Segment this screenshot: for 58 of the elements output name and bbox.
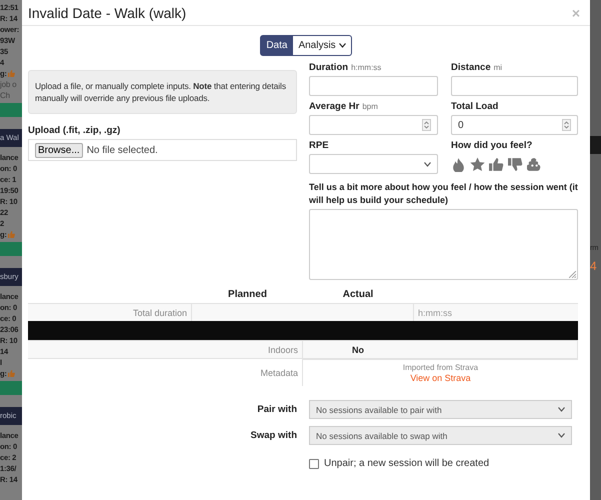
card-footer-band	[0, 103, 22, 117]
field-label: Swap with	[250, 430, 297, 441]
field-label: Average Hr	[309, 101, 360, 112]
unit-label: mi	[494, 63, 502, 72]
number-field[interactable]: 0	[451, 115, 578, 135]
number-field[interactable]	[309, 115, 438, 135]
field-label: RPE	[309, 140, 330, 152]
caret-icon	[424, 162, 431, 166]
browse-button[interactable]: Browse...	[35, 142, 83, 158]
field-label: Pair with	[256, 404, 297, 415]
row-label: Metadata	[28, 359, 303, 386]
resize-grip-icon	[569, 271, 576, 278]
tab-button[interactable]: Data	[260, 35, 294, 56]
card-text: 4	[590, 259, 598, 273]
card-text: Ch	[0, 90, 11, 101]
caret-icon	[558, 407, 565, 412]
fire-icon	[451, 156, 466, 172]
field-label: Distance	[451, 62, 491, 73]
caret-icon	[338, 43, 346, 48]
field-label: Upload (.fit, .zip, .gz)	[28, 125, 122, 137]
metadata-note: Imported from Strava	[402, 363, 478, 372]
column-header: Planned	[227, 289, 268, 300]
star-icon	[470, 156, 485, 172]
select-field[interactable]	[309, 154, 438, 174]
dropdown-button[interactable]: Analysis	[293, 35, 352, 56]
info-notice: Upload a file, or manually complete inputs. Note that entering details manually will override any previous file uploads.	[28, 70, 297, 114]
field-label: Tell us a bit more about how you feel / how the session went (it will help us build your schedule)	[309, 181, 578, 207]
checkbox[interactable]	[309, 458, 319, 468]
file-input[interactable]: Browse... No file selected.	[28, 139, 297, 161]
select-field[interactable]: No sessions available to swap with	[309, 426, 572, 445]
modal-title: Invalid Date - Walk (walk)	[28, 4, 186, 20]
field-label: How did you feel?	[451, 140, 534, 152]
thumbs-up-icon	[8, 231, 15, 238]
input-field[interactable]	[309, 76, 438, 96]
file-status: No file selected.	[86, 144, 158, 156]
spinner-icon	[562, 119, 571, 131]
unit-label: bpm	[362, 102, 378, 111]
row-label: Indoors	[28, 341, 303, 358]
card-text: job o	[0, 79, 18, 90]
select-field[interactable]: No sessions available to pair with	[309, 400, 572, 419]
caret-icon	[558, 433, 565, 438]
notes-textarea[interactable]	[309, 209, 578, 280]
unit-label: h:mm:ss	[351, 63, 382, 72]
thumbs-up-icon	[489, 156, 504, 172]
column-header: Actual	[342, 289, 374, 300]
card-footer-band	[0, 381, 22, 395]
field-label: Total Load	[451, 101, 500, 113]
thumbs-down-icon	[508, 156, 523, 172]
spinner-icon	[422, 119, 431, 131]
field-label: Duration	[309, 62, 348, 73]
card-title-bar	[590, 136, 601, 154]
input-field[interactable]	[451, 76, 578, 96]
thumbs-up-icon	[8, 70, 15, 77]
poop-icon	[527, 156, 542, 172]
checkbox-label: Unpair; a new session will be created	[324, 458, 490, 469]
thumbs-up-icon	[8, 370, 15, 377]
table-cell-text: No	[351, 344, 365, 356]
card-footer-band	[0, 242, 22, 256]
